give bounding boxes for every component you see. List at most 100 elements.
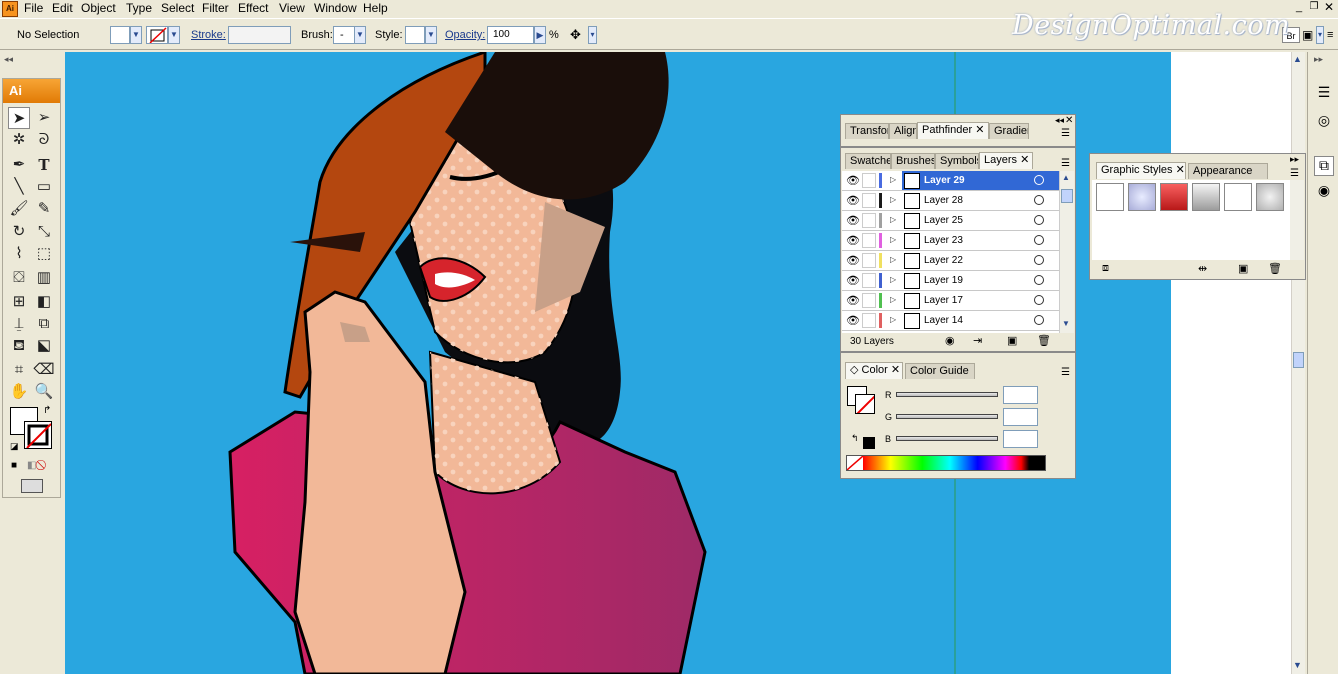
style-swatch[interactable] xyxy=(405,26,425,44)
menu-help[interactable]: Help xyxy=(363,1,388,15)
eye-icon[interactable]: 👁 xyxy=(846,254,860,267)
g-slider[interactable] xyxy=(896,414,998,419)
make-clipping-mask-icon[interactable]: ◉ xyxy=(945,334,955,347)
scroll-up-icon[interactable]: ▲ xyxy=(1293,54,1302,64)
scale-tool-icon[interactable]: ⤡ xyxy=(33,221,55,243)
b-slider[interactable] xyxy=(896,436,998,441)
lock-toggle[interactable] xyxy=(862,273,876,288)
scroll-up-icon[interactable]: ▲ xyxy=(1062,173,1070,182)
eye-icon[interactable]: 👁 xyxy=(846,194,860,207)
brush-dropdown[interactable]: ▼ xyxy=(354,26,366,44)
style-libraries-icon[interactable]: ⧈ xyxy=(1102,262,1109,275)
tab-swatches[interactable]: Swatches xyxy=(845,153,891,169)
layer-row[interactable]: 👁 ▷ Layer 25 xyxy=(842,211,1059,231)
workspace-dropdown[interactable]: ▾ xyxy=(1316,26,1324,44)
eye-icon[interactable]: 👁 xyxy=(846,234,860,247)
live-paint-bucket-icon[interactable]: ⛾ xyxy=(8,335,30,357)
gradient-dock-icon[interactable]: ◉ xyxy=(1314,182,1334,202)
layers-scrollbar[interactable]: ▲ ▼ xyxy=(1059,171,1074,333)
expand-arrow-icon[interactable]: ▷ xyxy=(890,235,896,244)
tab-close-icon[interactable]: ✕ xyxy=(1020,154,1029,166)
magic-wand-icon[interactable]: ✲ xyxy=(8,129,30,151)
style-swatch-silver[interactable] xyxy=(1256,183,1284,211)
zoom-tool-icon[interactable]: 🔍 xyxy=(33,381,55,403)
stroke-swatch[interactable] xyxy=(24,421,52,449)
menu-file[interactable]: File xyxy=(24,1,43,15)
delete-layer-icon[interactable]: 🗑 xyxy=(1037,334,1051,347)
pencil-icon[interactable]: ✎ xyxy=(33,198,55,220)
style-dropdown[interactable]: ▼ xyxy=(425,26,437,44)
stroke-dock-icon[interactable]: ⧉ xyxy=(1314,156,1334,176)
target-icon[interactable] xyxy=(1034,175,1044,185)
target-icon[interactable] xyxy=(1034,295,1044,305)
b-value-field[interactable] xyxy=(1003,430,1038,448)
style-swatch-white[interactable] xyxy=(1224,183,1252,211)
rotate-tool-icon[interactable]: ↻ xyxy=(8,221,30,243)
gradient-mode-icon[interactable]: ◧ xyxy=(27,460,36,471)
lock-toggle[interactable] xyxy=(862,313,876,328)
layer-name[interactable]: Layer 25 xyxy=(924,215,963,226)
tab-close-icon[interactable]: ✕ xyxy=(891,364,900,376)
color-stroke-swatch[interactable] xyxy=(855,394,875,414)
expand-arrow-icon[interactable]: ▷ xyxy=(890,195,896,204)
panel-close-icon[interactable]: ✕ xyxy=(1065,115,1073,126)
panel-menu-icon[interactable]: ☰ xyxy=(1290,168,1299,179)
panel-collapse-icon[interactable]: ▸▸ xyxy=(1290,154,1299,165)
fill-dropdown[interactable]: ▼ xyxy=(130,26,142,44)
lock-toggle[interactable] xyxy=(862,213,876,228)
mesh-tool-icon[interactable]: ⊞ xyxy=(8,291,30,313)
tab-gradient[interactable]: Gradient xyxy=(989,123,1029,139)
menu-effect[interactable]: Effect xyxy=(238,1,268,15)
lock-toggle[interactable] xyxy=(862,233,876,248)
styles-scrollbar[interactable] xyxy=(1290,180,1304,260)
scroll-down-icon[interactable]: ▼ xyxy=(1062,319,1070,328)
screen-mode-icon[interactable] xyxy=(21,479,43,493)
menu-type[interactable]: Type xyxy=(126,1,152,15)
eye-icon[interactable]: 👁 xyxy=(846,214,860,227)
eye-icon[interactable]: 👁 xyxy=(846,294,860,307)
close-button[interactable]: ✕ xyxy=(1322,1,1336,14)
layer-name[interactable]: Layer 17 xyxy=(924,295,963,306)
new-layer-icon[interactable]: ▣ xyxy=(1007,334,1017,347)
gradient-tool-icon[interactable]: ◧ xyxy=(33,291,55,313)
color-mode-icon[interactable]: ■ xyxy=(11,460,17,471)
slice-tool-icon[interactable]: ⌗ xyxy=(8,359,30,381)
style-swatch-default[interactable] xyxy=(1096,183,1124,211)
style-swatch-red[interactable] xyxy=(1160,183,1188,211)
recolor-artwork-icon[interactable]: ✥ xyxy=(570,27,586,43)
opacity-field[interactable]: 100 xyxy=(487,26,534,44)
layer-row[interactable]: 👁 ▷ Layer 28 xyxy=(842,191,1059,211)
layer-name[interactable]: Layer 28 xyxy=(924,195,963,206)
opacity-label[interactable]: Opacity: xyxy=(445,29,485,41)
expand-arrow-icon[interactable]: ▷ xyxy=(890,315,896,324)
lock-toggle[interactable] xyxy=(862,173,876,188)
layer-name[interactable]: Layer 14 xyxy=(924,315,963,326)
panel-menu-icon[interactable]: ≡ xyxy=(1327,29,1337,43)
tab-transform[interactable]: Transform xyxy=(845,123,889,139)
swap-colors-icon[interactable]: ↱ xyxy=(43,405,51,416)
lock-toggle[interactable] xyxy=(862,293,876,308)
tab-appearance[interactable]: Appearance xyxy=(1188,163,1268,179)
tab-brushes[interactable]: Brushes xyxy=(891,153,935,169)
target-icon[interactable] xyxy=(1034,275,1044,285)
menu-edit[interactable]: Edit xyxy=(52,1,73,15)
eye-icon[interactable]: 👁 xyxy=(846,174,860,187)
layer-row[interactable]: 👁 ▷ Layer 29 xyxy=(842,171,1059,191)
eye-icon[interactable]: 👁 xyxy=(846,274,860,287)
menu-filter[interactable]: Filter xyxy=(202,1,229,15)
lasso-icon[interactable]: ᘐ xyxy=(33,129,55,151)
expand-arrow-icon[interactable]: ▷ xyxy=(890,255,896,264)
break-link-icon[interactable]: ⇹ xyxy=(1198,262,1207,275)
column-graph-icon[interactable]: ▥ xyxy=(33,267,55,289)
brushes-dock-icon[interactable]: ☰ xyxy=(1314,84,1334,104)
restore-button[interactable]: ❐ xyxy=(1307,2,1321,14)
lock-toggle[interactable] xyxy=(862,193,876,208)
expand-arrow-icon[interactable]: ▷ xyxy=(890,175,896,184)
layer-row[interactable]: 👁 ▷ Layer 14 xyxy=(842,311,1059,331)
scroll-thumb[interactable] xyxy=(1293,352,1304,368)
layer-name[interactable]: Layer 23 xyxy=(924,235,963,246)
target-icon[interactable] xyxy=(1034,315,1044,325)
lock-toggle[interactable] xyxy=(862,253,876,268)
stroke-color-dropdown[interactable]: ▼ xyxy=(168,26,180,44)
live-paint-selection-icon[interactable]: ⬕ xyxy=(33,335,55,357)
